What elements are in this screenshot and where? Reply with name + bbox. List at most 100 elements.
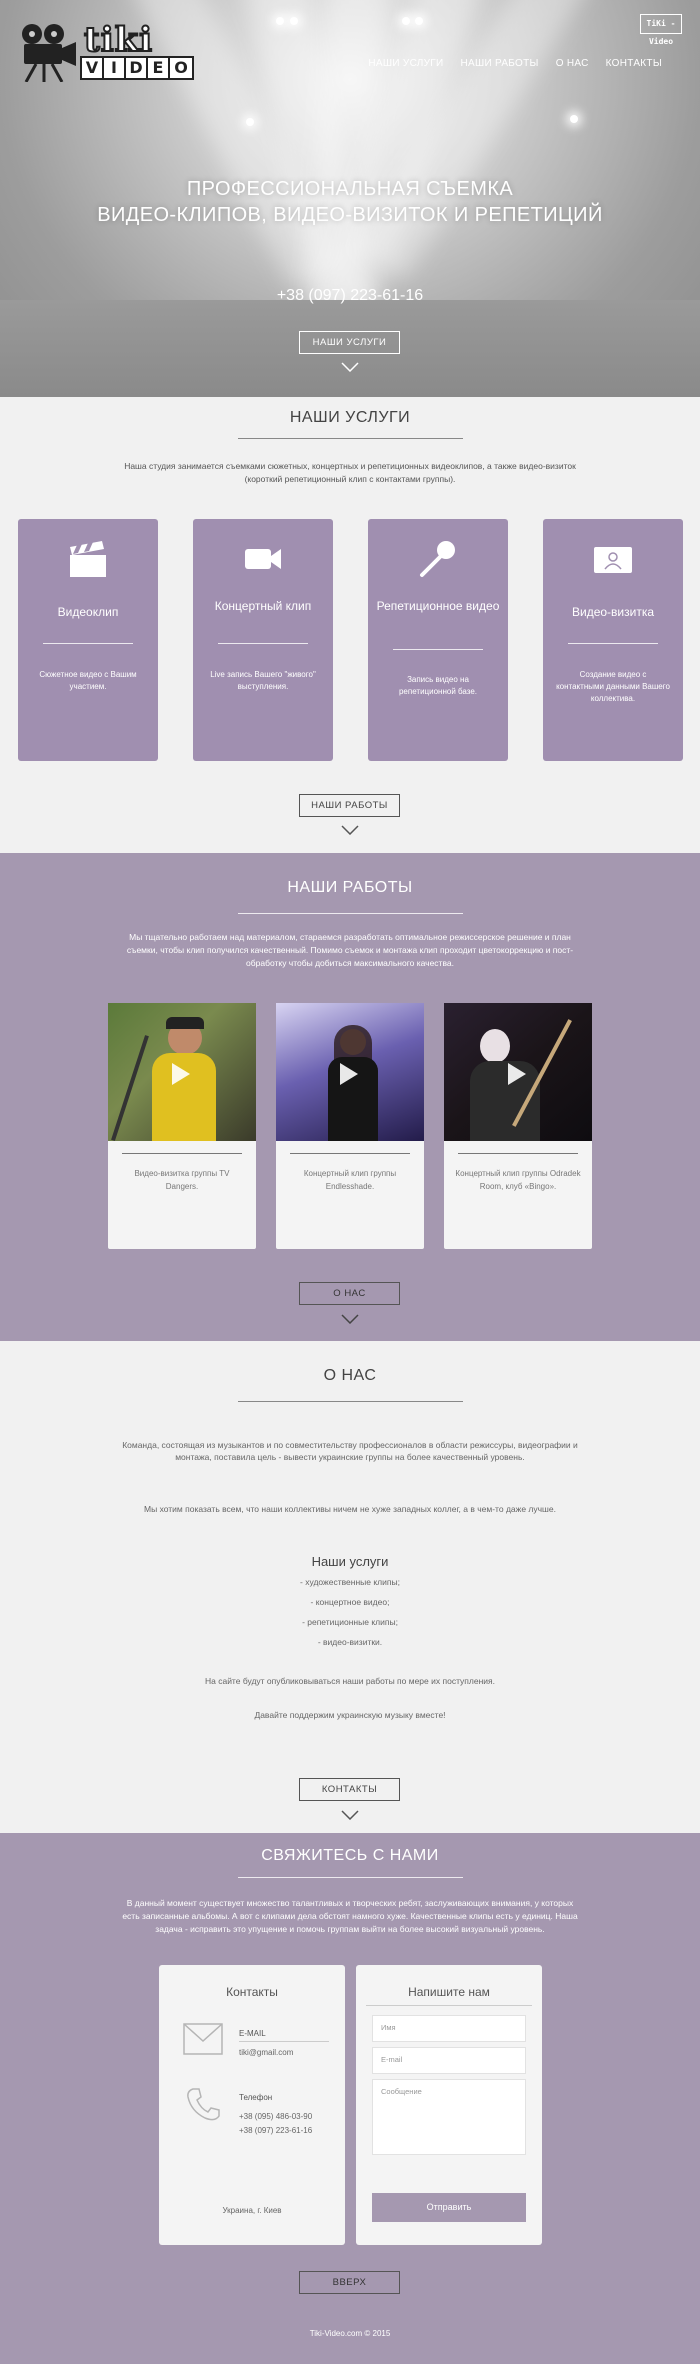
nav-about[interactable]: О НАС — [556, 58, 589, 69]
divider — [238, 1877, 463, 1878]
film-camera-icon — [22, 24, 76, 82]
video-thumbnail[interactable] — [444, 1003, 592, 1141]
video-thumbnail[interactable] — [276, 1003, 424, 1141]
about-subtitle: Наши услуги — [311, 1554, 389, 1569]
chevron-down-icon[interactable] — [341, 362, 359, 372]
divider — [238, 438, 463, 439]
service-desc: Создание видео с контактными данными Ваш… — [556, 670, 670, 703]
hero-title: ПРОФЕССИОНАЛЬНАЯ СЪЕМКА ВИДЕО-КЛИПОВ, ВИ… — [0, 176, 700, 228]
chevron-down-icon[interactable] — [341, 825, 359, 835]
logo-letter: E — [148, 58, 170, 78]
divider — [43, 643, 133, 644]
work-caption: Концертный клип группы Endlesshade. — [303, 1169, 397, 1191]
services-title: НАШИ УСЛУГИ — [289, 409, 411, 426]
about-section: О НАС Команда, состоящая из музыкантов и… — [0, 1341, 700, 1833]
form-title: Напишите нам — [408, 1985, 490, 1999]
send-button[interactable]: Отправить — [372, 2193, 526, 2222]
chevron-down-icon[interactable] — [341, 1314, 359, 1324]
work-card[interactable]: Видео-визитка группы TV Dangers. — [108, 1003, 256, 1249]
contact-section: СВЯЖИТЕСЬ С НАМИ В данный момент существ… — [0, 1833, 700, 2364]
service-desc: Live запись Вашего "живого" выступления. — [210, 670, 316, 691]
stage-light — [570, 115, 578, 123]
chevron-down-icon[interactable] — [341, 1810, 359, 1820]
about-paragraph: Давайте поддержим украинскую музыку вмес… — [254, 1710, 446, 1720]
works-section: НАШИ РАБОТЫ Мы тщательно работаем над ма… — [0, 853, 700, 1341]
id-card-icon — [594, 547, 632, 573]
service-name: Видеоклип — [57, 605, 119, 619]
service-card-rehearsal[interactable]: Репетиционное видео Запись видео на репе… — [368, 519, 508, 761]
work-card[interactable]: Концертный клип группы Odradek Room, клу… — [444, 1003, 592, 1249]
play-icon[interactable] — [340, 1063, 358, 1085]
about-paragraph: Команда, состоящая из музыкантов и по со… — [122, 1440, 578, 1462]
logo-letter: V — [82, 58, 104, 78]
logo-letter: O — [170, 58, 192, 78]
contacts-card-title: Контакты — [226, 1985, 278, 1999]
email-link[interactable]: tiki@gmail.com — [239, 2047, 293, 2059]
works-button[interactable]: НАШИ РАБОТЫ — [299, 794, 400, 817]
hero-phone: +38 (097) 223-61-16 — [276, 287, 424, 304]
services-section: НАШИ УСЛУГИ Наша студия занимается съемк… — [0, 397, 700, 853]
hero-banner: tiki V I D E O TiKi - Video НАШИ УСЛУГИ … — [0, 0, 700, 397]
message-textarea[interactable]: Сообщение — [372, 2079, 526, 2155]
video-camera-icon — [245, 549, 281, 569]
brand-badge: TiKi - Video — [640, 14, 682, 46]
divider — [458, 1153, 578, 1154]
phone-label: Телефон — [239, 2093, 273, 2102]
email-input[interactable]: E-mail — [372, 2047, 526, 2074]
hero-services-button[interactable]: НАШИ УСЛУГИ — [299, 331, 400, 354]
scroll-top-button[interactable]: ВВЕРХ — [299, 2271, 400, 2294]
work-caption: Концертный клип группы Odradek Room, клу… — [455, 1169, 581, 1191]
services-intro: Наша студия занимается съемками сюжетных… — [124, 461, 576, 484]
stage-light — [415, 17, 423, 25]
service-name: Репетиционное видео — [376, 599, 500, 613]
work-caption: Видео-визитка группы TV Dangers. — [134, 1169, 230, 1191]
stage-light — [276, 17, 284, 25]
microphone-icon — [420, 541, 455, 577]
logo[interactable]: tiki V I D E O — [18, 20, 196, 82]
hero-title-line1: ПРОФЕССИОНАЛЬНАЯ СЪЕМКА — [186, 178, 514, 200]
nav-services[interactable]: НАШИ УСЛУГИ — [368, 58, 443, 69]
stage-light — [246, 118, 254, 126]
stage-light — [402, 17, 410, 25]
about-list-item: - художественные клипы; — [300, 1577, 400, 1587]
envelope-icon — [183, 2023, 223, 2055]
service-name: Концертный клип — [214, 599, 312, 613]
works-title: НАШИ РАБОТЫ — [287, 879, 413, 896]
video-thumbnail[interactable] — [108, 1003, 256, 1141]
email-label: E-MAIL — [239, 2029, 266, 2038]
contacts-card: Контакты E-MAIL tiki@gmail.com Телефон +… — [159, 1965, 345, 2245]
divider — [290, 1153, 410, 1154]
divider — [238, 1401, 463, 1402]
play-icon[interactable] — [172, 1063, 190, 1085]
service-card-videoclip[interactable]: Видеоклип Сюжетное видео с Вашим участие… — [18, 519, 158, 761]
divider — [366, 2005, 532, 2006]
contact-title: СВЯЖИТЕСЬ С НАМИ — [261, 1847, 439, 1864]
location: Украина, г. Киев — [222, 2206, 282, 2215]
logo-video-text: V I D E O — [80, 56, 194, 80]
work-card[interactable]: Концертный клип группы Endlesshade. — [276, 1003, 424, 1249]
divider — [218, 643, 308, 644]
name-input[interactable]: Имя — [372, 2015, 526, 2042]
about-paragraph: Мы хотим показать всем, что наши коллект… — [144, 1504, 556, 1514]
stage-light — [290, 17, 298, 25]
service-card-business-card[interactable]: Видео-визитка Создание видео с контактны… — [543, 519, 683, 761]
about-paragraph: На сайте будут опубликовываться наши раб… — [204, 1676, 496, 1686]
service-desc: Запись видео на репетиционной базе. — [398, 675, 478, 696]
logo-letter: I — [104, 58, 126, 78]
phone-number[interactable]: +38 (097) 223-61-16 — [239, 2125, 312, 2137]
phone-number[interactable]: +38 (095) 486-03-90 — [239, 2111, 312, 2123]
play-icon[interactable] — [508, 1063, 526, 1085]
about-list-item: - видео-визитки. — [317, 1637, 383, 1647]
contact-form: Напишите нам Имя E-mail Сообщение Отправ… — [356, 1965, 542, 2245]
logo-tiki-text: tiki — [83, 20, 154, 60]
works-intro: Мы тщательно работаем над материалом, ст… — [126, 932, 574, 968]
nav-works[interactable]: НАШИ РАБОТЫ — [461, 58, 539, 69]
divider — [239, 2041, 329, 2042]
clapperboard-icon — [70, 541, 106, 577]
about-title: О НАС — [323, 1367, 377, 1384]
service-card-concert[interactable]: Концертный клип Live запись Вашего "живо… — [193, 519, 333, 761]
nav-contacts[interactable]: КОНТАКТЫ — [606, 58, 662, 69]
contacts-button[interactable]: КОНТАКТЫ — [299, 1778, 400, 1801]
about-button[interactable]: О НАС — [299, 1282, 400, 1305]
service-desc: Сюжетное видео с Вашим участием. — [39, 670, 137, 691]
